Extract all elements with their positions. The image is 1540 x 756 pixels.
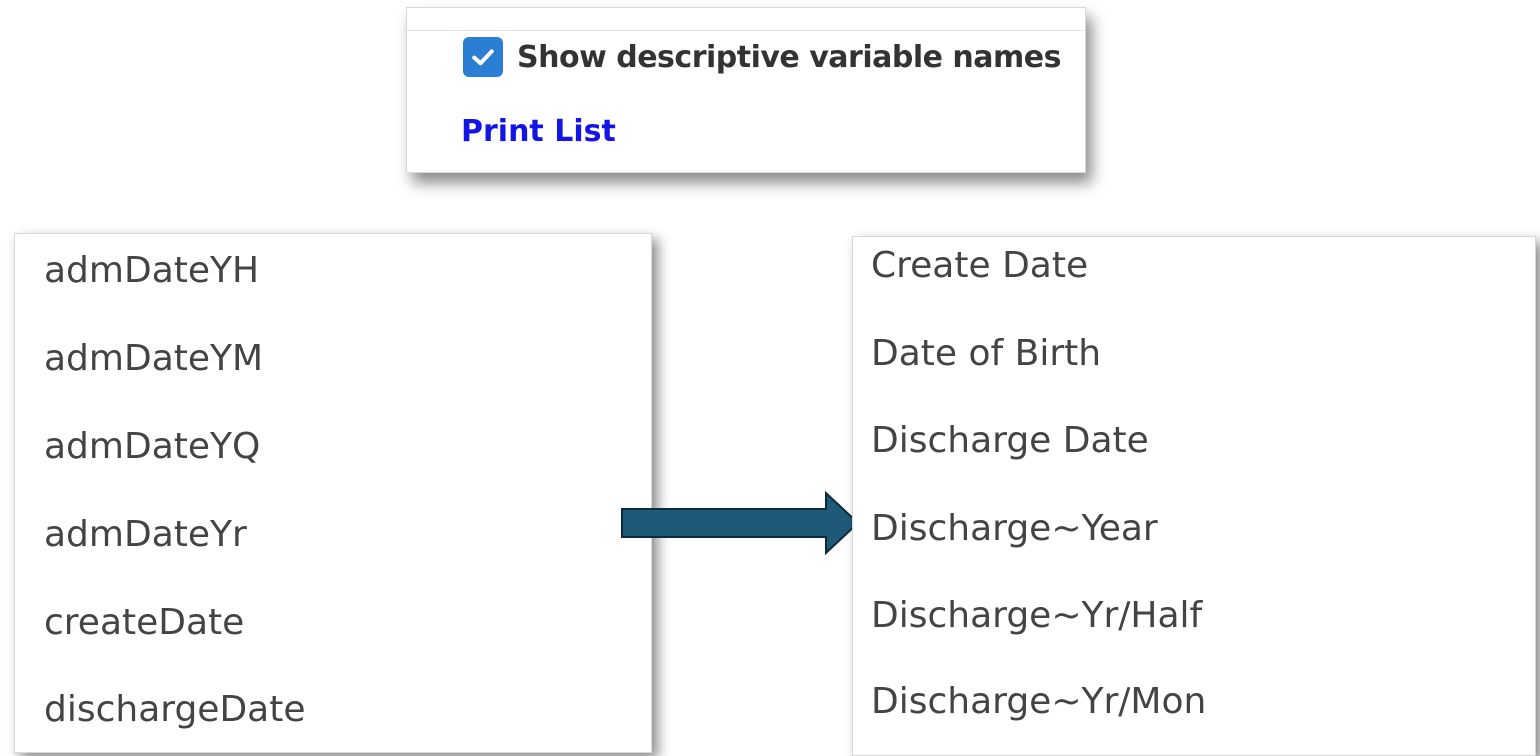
checkmark-icon [472,49,494,66]
list-item[interactable]: Create Date [853,245,1535,333]
show-descriptive-names-option[interactable]: Show descriptive variable names [463,37,1061,77]
divider [407,30,1085,31]
list-item[interactable]: Discharge~Year [853,508,1535,596]
variable-list-descriptive-names[interactable]: Create Date Date of Birth Discharge Date… [852,236,1536,756]
variable-list-raw-names[interactable]: admDateYH admDateYM admDateYQ admDateYr … [14,233,652,753]
list-item[interactable]: Discharge~Yr/Mon [853,681,1535,755]
list-item[interactable]: admDateYr [15,514,651,602]
list-item[interactable]: admDateYH [15,250,651,338]
list-item[interactable]: createDate [15,602,651,690]
list-item[interactable]: Date of Birth [853,333,1535,421]
list-item[interactable]: Discharge Date [853,420,1535,508]
list-item[interactable]: admDateYQ [15,426,651,514]
options-panel: Show descriptive variable names Print Li… [406,7,1086,173]
list-item[interactable]: admDateYM [15,338,651,426]
show-descriptive-names-checkbox[interactable] [463,37,503,77]
list-item[interactable]: Discharge~Yr/Half [853,595,1535,683]
show-descriptive-names-label[interactable]: Show descriptive variable names [517,40,1061,75]
right-arrow-icon [621,490,860,556]
print-list-link[interactable]: Print List [461,114,616,149]
list-item[interactable]: dischargeDate [15,689,651,752]
